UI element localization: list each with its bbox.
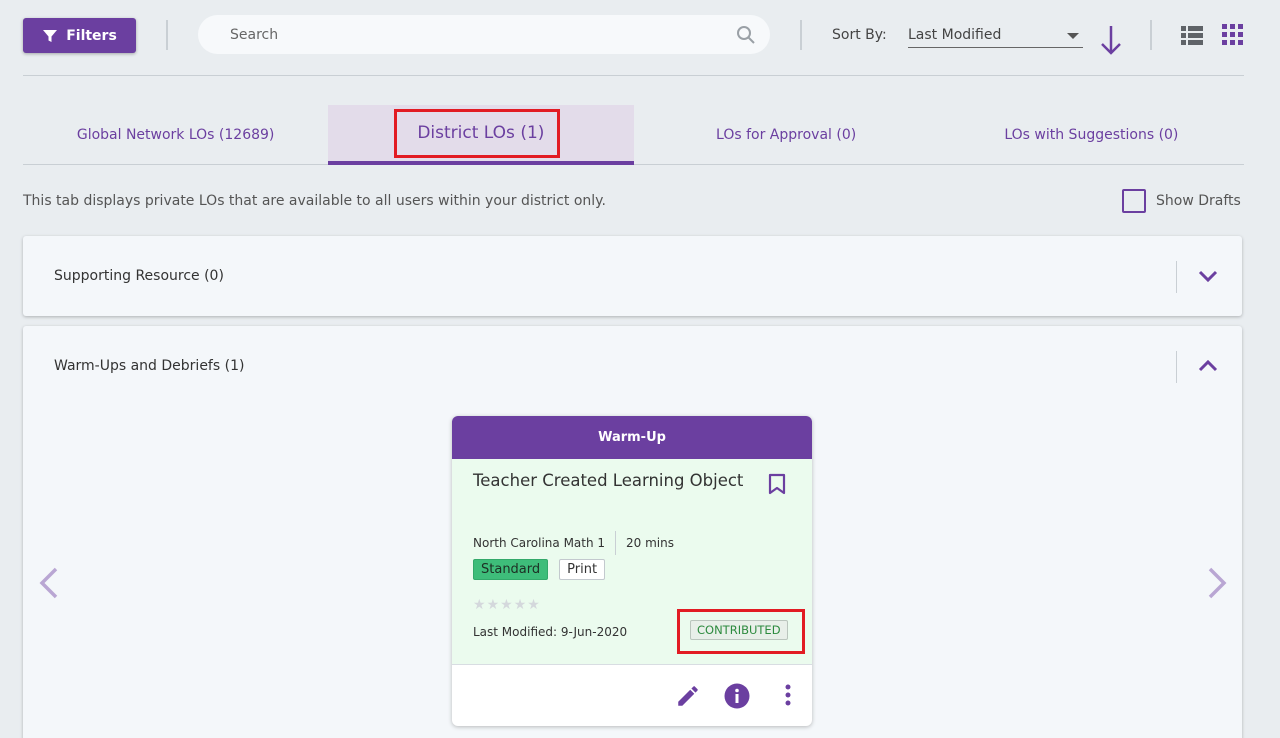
filters-button[interactable]: Filters <box>23 18 136 53</box>
tab-suggestions[interactable]: LOs with Suggestions (0) <box>939 105 1244 165</box>
sort-select[interactable]: Last Modified <box>908 22 1083 48</box>
section-supporting-resource: Supporting Resource (0) <box>23 236 1242 316</box>
tab-label: LOs with Suggestions (0) <box>1004 127 1179 143</box>
tag-standard: Standard <box>473 559 549 580</box>
star-icon[interactable]: ★ <box>500 597 513 613</box>
star-icon[interactable]: ★ <box>487 597 500 613</box>
tab-label: Global Network LOs (12689) <box>76 127 275 143</box>
card-tags: Standard Print <box>473 559 606 580</box>
chevron-up-icon[interactable] <box>1196 356 1220 376</box>
caret-down-icon <box>1067 33 1079 39</box>
lo-tabs: Global Network LOs (12689) District LOs … <box>23 105 1244 165</box>
toolbar-divider <box>1150 20 1152 50</box>
sort-by-label: Sort By: <box>832 27 887 43</box>
rating-stars[interactable]: ★ ★ ★ ★ ★ <box>473 597 540 613</box>
tab-description: This tab displays private LOs that are a… <box>23 193 606 209</box>
highlight-box <box>394 109 561 158</box>
tag-print: Print <box>559 559 606 580</box>
section-title: Supporting Resource (0) <box>54 268 224 284</box>
status-badge: CONTRIBUTED <box>690 620 788 640</box>
chevron-left-icon[interactable] <box>37 566 61 600</box>
show-drafts-checkbox[interactable] <box>1122 189 1146 213</box>
toolbar-rule <box>23 75 1244 76</box>
card-type-header: Warm-Up <box>452 416 812 459</box>
card-actions <box>452 665 812 726</box>
card-meta: North Carolina Math 1 20 mins <box>473 531 674 555</box>
bookmark-icon[interactable] <box>768 473 786 495</box>
section-title: Warm-Ups and Debriefs (1) <box>54 358 245 374</box>
info-icon[interactable] <box>724 683 750 709</box>
tab-approval[interactable]: LOs for Approval (0) <box>634 105 939 165</box>
section-warmups-debriefs: Warm-Ups and Debriefs (1) Warm-Up Teache… <box>23 326 1242 738</box>
show-drafts-toggle[interactable]: Show Drafts <box>1122 189 1241 213</box>
pencil-icon[interactable] <box>675 683 701 709</box>
chevron-right-icon[interactable] <box>1205 566 1229 600</box>
tab-global-network[interactable]: Global Network LOs (12689) <box>23 105 328 165</box>
star-icon[interactable]: ★ <box>514 597 527 613</box>
lo-card[interactable]: Warm-Up Teacher Created Learning Object … <box>452 416 812 726</box>
card-last-modified: Last Modified: 9-Jun-2020 <box>473 625 628 639</box>
show-drafts-label: Show Drafts <box>1156 193 1241 209</box>
list-view-icon[interactable] <box>1181 25 1203 45</box>
section-divider <box>1176 261 1177 293</box>
toolbar-divider <box>800 20 802 50</box>
card-duration: 20 mins <box>626 536 674 550</box>
tab-district[interactable]: District LOs (1) <box>328 105 634 165</box>
grid-view-icon[interactable] <box>1222 24 1243 45</box>
tab-label: LOs for Approval (0) <box>716 127 857 143</box>
star-icon[interactable]: ★ <box>527 597 540 613</box>
chevron-down-icon[interactable] <box>1196 266 1220 286</box>
toolbar-divider <box>166 20 168 50</box>
arrow-down-icon[interactable] <box>1100 24 1122 56</box>
card-course: North Carolina Math 1 <box>473 536 606 550</box>
meta-divider <box>615 531 617 555</box>
search-input[interactable] <box>230 26 736 43</box>
section-divider <box>1176 351 1177 383</box>
sort-select-value: Last Modified <box>908 26 1002 43</box>
card-body: Teacher Created Learning Object North Ca… <box>452 459 812 665</box>
more-vertical-icon[interactable] <box>783 683 793 709</box>
search-box[interactable] <box>198 15 770 54</box>
search-icon[interactable] <box>736 25 756 45</box>
filter-icon <box>43 29 58 42</box>
star-icon[interactable]: ★ <box>473 597 486 613</box>
filters-button-label: Filters <box>66 27 117 44</box>
card-title[interactable]: Teacher Created Learning Object <box>473 471 753 490</box>
